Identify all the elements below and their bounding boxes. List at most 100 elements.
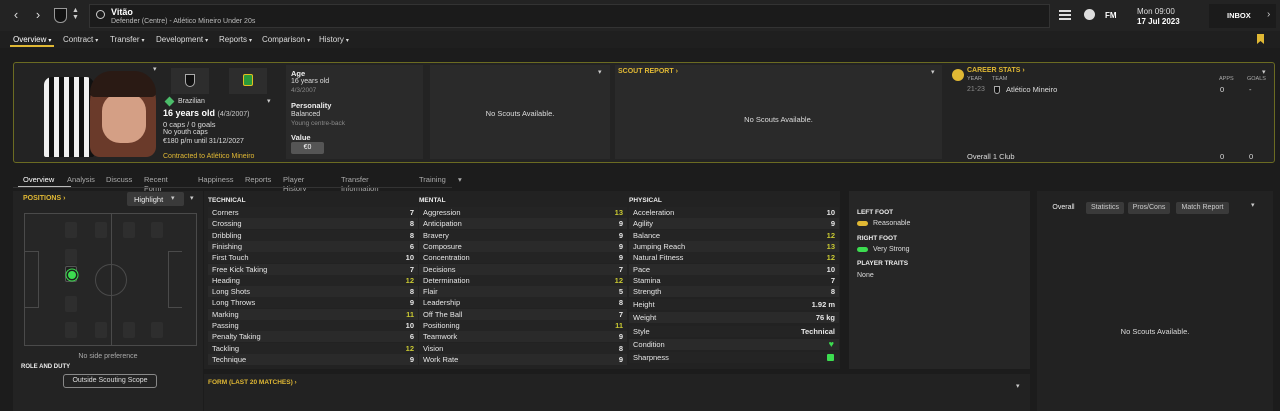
value-chip[interactable]: €0: [291, 142, 324, 154]
attribute-row: Work Rate 9: [419, 353, 627, 365]
attribute-name: Crossing: [212, 219, 242, 229]
mental-title: MENTAL: [419, 197, 446, 204]
heart-icon: ♥: [828, 339, 834, 349]
role-duty-title: ROLE AND DUTY: [21, 364, 71, 370]
inbox-button[interactable]: INBOX ›: [1209, 4, 1276, 28]
position-spot: [151, 322, 163, 338]
row-team[interactable]: Atlético Mineiro: [1006, 85, 1057, 94]
career-stats-box: CAREER STATS › ▾ YEAR TEAM APPS GOALS 21…: [947, 65, 1273, 161]
attribute-row: Natural Fitness 12: [629, 252, 839, 264]
contracted-link[interactable]: Contracted to Atlético Mineiro: [163, 153, 254, 160]
attribute-value: 8: [618, 343, 623, 353]
attribute-row: Passing 10: [208, 320, 418, 331]
attribute-name: Leadership: [423, 298, 461, 308]
career-stats-link[interactable]: CAREER STATS ›: [967, 67, 1025, 74]
attribute-value: 7: [830, 275, 835, 285]
menu-bar: Overview ▾ Contract ▾ Transfer ▾ Developmen…: [0, 31, 1280, 48]
tab-overall[interactable]: Overall: [1046, 202, 1081, 214]
attribute-row: Corners 7: [208, 207, 418, 218]
inbox-label: INBOX: [1227, 11, 1251, 20]
career-total-label: Overall 1 Club: [967, 152, 1015, 161]
outside-scope-button[interactable]: Outside Scouting Scope: [63, 374, 157, 388]
age-value: 16 years old: [291, 78, 330, 85]
chevron-down-icon[interactable]: ▾: [598, 68, 602, 76]
tab-overview[interactable]: Overview: [23, 175, 54, 184]
menu-comparison[interactable]: Comparison ▾: [262, 35, 310, 44]
row-year: 21-23: [967, 86, 985, 93]
chevron-down-icon: ▾: [171, 195, 175, 202]
dob: (4/3/2007): [217, 111, 250, 118]
col-year: YEAR: [967, 76, 982, 82]
highlight-label: Highlight: [134, 195, 164, 204]
attribute-row: Stamina 7: [629, 274, 839, 286]
menu-transfer[interactable]: Transfer ▾: [110, 35, 145, 44]
info-box: Age 16 years old 4/3/2007 Personality Ba…: [286, 65, 423, 159]
menu-overview[interactable]: Overview ▾: [13, 35, 51, 44]
menu-contract[interactable]: Contract ▾: [63, 35, 98, 44]
chevron-down-icon[interactable]: ▾: [153, 65, 157, 73]
fm-logo[interactable]: FM: [1105, 11, 1117, 20]
col-apps: APPS: [1219, 76, 1234, 82]
attribute-value: 8: [830, 287, 835, 297]
attribute-row: Aggression 13: [419, 207, 627, 218]
hamburger-menu-icon[interactable]: [1059, 10, 1071, 20]
tab-reports[interactable]: Reports: [245, 175, 271, 184]
club-crest-icon[interactable]: [54, 8, 67, 23]
highlight-dropdown[interactable]: Highlight ▾: [127, 192, 184, 206]
menu-history[interactable]: History ▾: [319, 35, 349, 44]
personality-sub: Young centre-back: [291, 120, 345, 127]
right-foot-title: RIGHT FOOT: [857, 235, 898, 242]
attribute-name: Stamina: [633, 275, 661, 285]
attribute-row: Free Kick Taking 7: [208, 263, 418, 275]
attribute-name: Aggression: [423, 208, 461, 217]
attribute-name: Strength: [633, 287, 662, 297]
form-panel: FORM (LAST 20 MATCHES) › ▾: [204, 374, 1030, 411]
scout-report-link[interactable]: SCOUT REPORT ›: [618, 68, 678, 75]
club-crest-icon: [185, 74, 195, 87]
attribute-name: Penalty Taking: [212, 332, 261, 342]
attributes-panel: TECHNICAL MENTAL PHYSICAL Corners 7 Crossi…: [204, 191, 840, 369]
chevron-down-icon[interactable]: ▾: [190, 194, 194, 202]
forward-arrow-icon[interactable]: ›: [30, 7, 46, 23]
form-link[interactable]: FORM (LAST 20 MATCHES) ›: [208, 379, 297, 386]
chevron-down-icon[interactable]: ▾: [1262, 68, 1266, 76]
attribute-value: 12: [405, 275, 414, 285]
menu-reports[interactable]: Reports ▾: [219, 35, 252, 44]
no-scouts-text: No Scouts Available.: [485, 109, 555, 118]
menu-development[interactable]: Development ▾: [156, 35, 208, 44]
chevron-down-icon[interactable]: ▾: [1251, 201, 1255, 209]
up-down-arrows-icon[interactable]: ▲ ▼: [72, 7, 79, 21]
attribute-name: Bravery: [423, 230, 449, 240]
attribute-name: Free Kick Taking: [212, 264, 268, 274]
tab-discuss[interactable]: Discuss: [106, 175, 132, 184]
attribute-value: 9: [618, 219, 623, 229]
tab-match-report[interactable]: Match Report: [1176, 202, 1229, 214]
bookmark-icon[interactable]: [1257, 34, 1264, 44]
tab-happiness[interactable]: Happiness: [198, 175, 233, 184]
club-badge-tile[interactable]: [171, 68, 209, 94]
attribute-value: 9: [618, 230, 623, 240]
attribute-value: 7: [409, 208, 414, 217]
tab-statistics[interactable]: Statistics: [1086, 202, 1124, 214]
attribute-name: Decisions: [423, 264, 456, 274]
tab-analysis[interactable]: Analysis: [67, 175, 95, 184]
attribute-value: 9: [618, 253, 623, 263]
positions-link[interactable]: POSITIONS ›: [23, 195, 65, 202]
tab-pros-cons[interactable]: Pros/Cons: [1128, 202, 1170, 214]
ball-icon[interactable]: [1084, 9, 1095, 20]
tabs-overflow-chevron-icon[interactable]: ▾: [458, 175, 462, 184]
attribute-row: Dribbling 8: [208, 229, 418, 241]
attribute-row: Tackling 12: [208, 342, 418, 354]
chevron-down-icon[interactable]: ▾: [267, 97, 271, 105]
tab-training[interactable]: Training: [419, 175, 446, 184]
nation-badge-tile[interactable]: [229, 68, 267, 94]
brazil-flag-icon: [243, 74, 253, 86]
attribute-value: 10: [826, 264, 835, 274]
back-arrow-icon[interactable]: ‹: [8, 7, 24, 23]
chevron-down-icon[interactable]: ▾: [1016, 382, 1020, 390]
attribute-name: First Touch: [212, 253, 249, 263]
chevron-down-icon[interactable]: ▾: [931, 68, 935, 76]
position-spot: [65, 322, 77, 338]
search-field[interactable]: Vitão Defender (Centre) - Atlético Minei…: [89, 4, 1050, 28]
attribute-name: Finishing: [212, 241, 243, 251]
